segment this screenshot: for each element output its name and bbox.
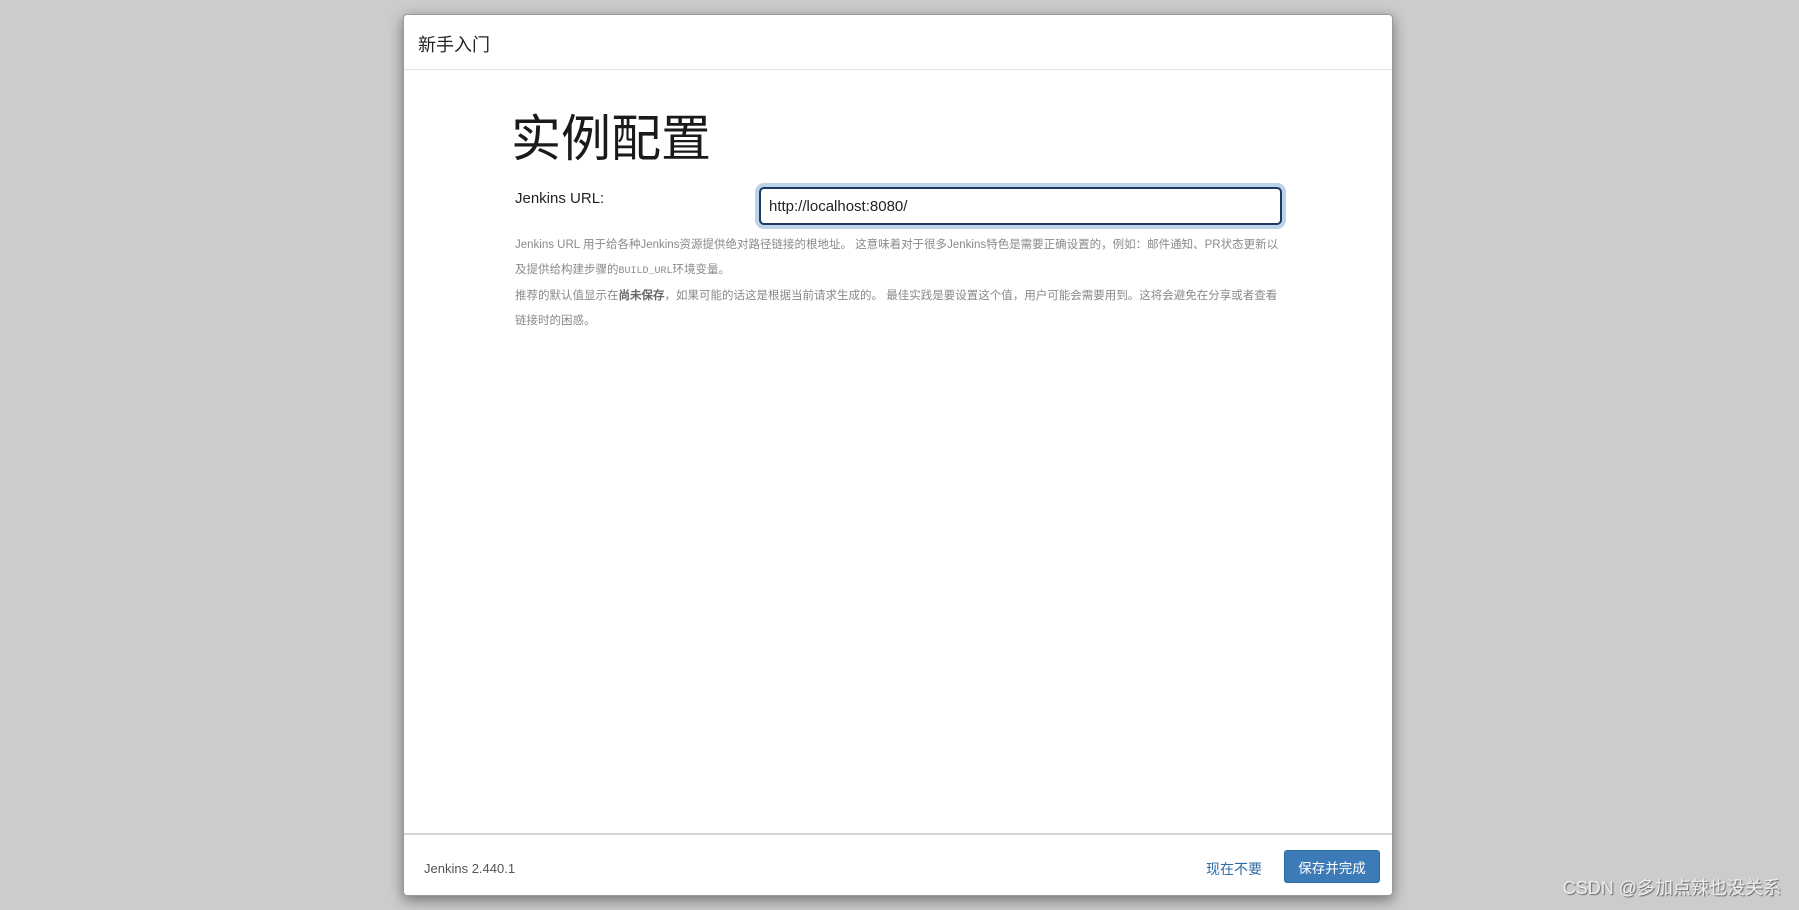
- jenkins-url-input[interactable]: [759, 187, 1282, 225]
- dialog-header: 新手入门: [404, 15, 1392, 70]
- setup-dialog: 新手入门 实例配置 Jenkins URL: Jenkins URL 用于给各种…: [403, 14, 1393, 896]
- help-text: Jenkins URL 用于给各种Jenkins资源提供绝对路径链接的根地址。 …: [515, 233, 1285, 334]
- version-label: Jenkins 2.440.1: [424, 861, 516, 876]
- page-title: 实例配置: [511, 111, 711, 167]
- jenkins-url-label: Jenkins URL:: [515, 190, 605, 207]
- help-text-1b: 环境变量。: [672, 264, 731, 276]
- watermark: CSDN @多加点辣也没关系: [1562, 878, 1781, 898]
- help-text-2a: 推荐的默认值显示在: [515, 290, 619, 302]
- save-and-finish-button[interactable]: 保存并完成: [1284, 850, 1380, 883]
- dialog-footer: Jenkins 2.440.1 现在不要 保存并完成: [404, 833, 1392, 895]
- help-paragraph-1: Jenkins URL 用于给各种Jenkins资源提供绝对路径链接的根地址。 …: [515, 233, 1285, 284]
- help-paragraph-2: 推荐的默认值显示在尚未保存，如果可能的话这是根据当前请求生成的。 最佳实践是要设…: [515, 284, 1285, 334]
- build-url-code: BUILD_URL: [618, 266, 673, 277]
- help-text-bold: 尚未保存: [618, 290, 665, 302]
- skip-link[interactable]: 现在不要: [1206, 859, 1262, 879]
